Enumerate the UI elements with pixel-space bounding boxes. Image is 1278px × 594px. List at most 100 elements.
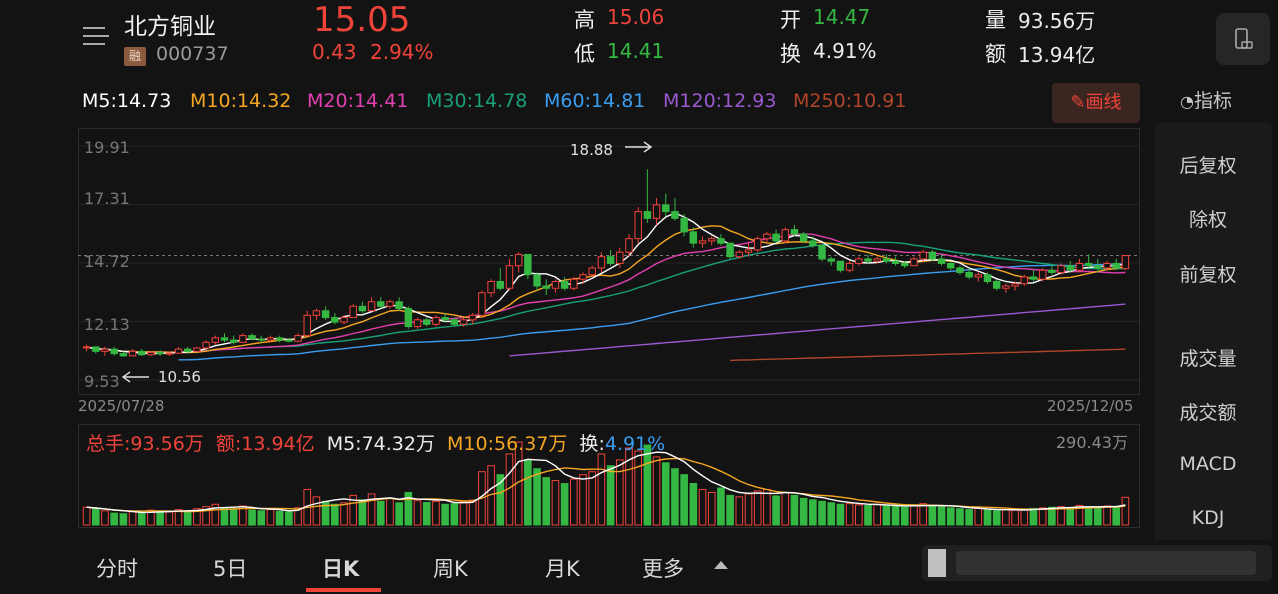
volume-bar (864, 504, 872, 526)
adjust-forward-option[interactable]: 前复权 (1154, 260, 1262, 287)
candle-body (432, 317, 440, 325)
volume-bar (588, 471, 597, 526)
candle-body (560, 280, 569, 289)
turnover-value: 4.91% (813, 39, 877, 63)
volume-bar (432, 500, 440, 526)
candle-body (1038, 269, 1047, 280)
volume-bar (459, 501, 468, 526)
candle-body (698, 240, 707, 244)
volume-bar (1020, 508, 1029, 526)
indicator-button[interactable]: ◔指标 (1180, 86, 1232, 113)
menu-icon[interactable] (82, 24, 110, 48)
volume-bar (165, 511, 174, 526)
volume-bar (386, 497, 394, 526)
vol-ma5-line (86, 451, 1126, 514)
candle-body (1066, 265, 1074, 271)
volume-bar (156, 510, 164, 526)
volume-bar (220, 507, 229, 526)
volume-bar (570, 478, 578, 526)
candle-body (1084, 262, 1093, 267)
tab-monthly-k[interactable]: 月K (545, 553, 580, 583)
volume-bar (772, 495, 780, 526)
volume-bar (330, 503, 339, 526)
amount-indicator-option[interactable]: 成交额 (1154, 398, 1262, 425)
volume-legend: 总手:93.56万 额:13.94亿 M5:74.32万 M10:56.37万 … (86, 429, 665, 456)
landscape-toggle-button[interactable] (1216, 13, 1270, 65)
vol-turnover-prefix: 换: (579, 433, 605, 455)
candle-body (331, 317, 339, 323)
volume-bar (275, 510, 284, 526)
candle-body (119, 353, 128, 357)
candle-body (827, 258, 835, 262)
candle-body (303, 314, 311, 337)
volume-bar (413, 500, 422, 526)
candle-body (579, 274, 587, 280)
volume-bar (946, 507, 955, 526)
volume-bar (790, 494, 799, 526)
volume-bar (248, 509, 256, 526)
ma60-legend: M60:14.81 (544, 90, 646, 112)
volume-bar (726, 494, 734, 526)
tab-more[interactable]: 更多 (642, 553, 684, 583)
candle-body (809, 240, 817, 246)
volume-bar (606, 465, 615, 526)
volume-bar (340, 502, 348, 526)
candle-body (441, 317, 449, 321)
candle-body (468, 314, 477, 321)
candle-body (1057, 265, 1065, 273)
vol-m10-label: M10:56.37万 (447, 433, 568, 455)
ma-line-m60 (178, 263, 1126, 361)
y-tick-label: 19.91 (84, 138, 130, 157)
candle-body (956, 267, 964, 273)
y-tick-label: 14.72 (84, 252, 130, 271)
kline-chart[interactable] (78, 128, 1140, 420)
candle-body (147, 351, 155, 356)
caret-up-icon[interactable] (714, 561, 728, 569)
candle-body (643, 211, 652, 219)
macd-indicator-option[interactable]: MACD (1154, 453, 1262, 475)
volume-bar (992, 510, 1001, 526)
candle-body (689, 231, 698, 244)
tab-5day[interactable]: 5日 (213, 553, 247, 583)
volume-bar (91, 508, 100, 526)
candle-body (992, 280, 1001, 289)
candle-body (588, 267, 596, 276)
candle-body (965, 271, 973, 278)
candle-body (1112, 262, 1120, 269)
open-label: 开 (780, 8, 801, 32)
volume-bar (809, 499, 817, 526)
tab-weekly-k[interactable]: 周K (433, 553, 468, 583)
candle-body (1121, 255, 1130, 270)
volume-indicator-option[interactable]: 成交量 (1154, 344, 1262, 371)
candle-body (790, 229, 799, 235)
volume-bar (395, 502, 403, 526)
kdj-indicator-option[interactable]: KDJ (1154, 507, 1262, 529)
start-date-label: 2025/07/28 (78, 397, 165, 415)
candle-body (781, 229, 789, 242)
volume-bar (753, 490, 762, 526)
stock-name: 北方铜业 (124, 14, 216, 40)
volume-bar (101, 510, 109, 526)
volume-bar (882, 505, 891, 526)
candle-body (910, 258, 918, 267)
volume-bar (110, 512, 118, 526)
price-change-pct: 2.94% (370, 40, 434, 64)
candle-body (708, 238, 716, 242)
active-tab-indicator (306, 588, 381, 592)
adjust-backward-option[interactable]: 后复权 (1154, 151, 1262, 178)
volume-bar (854, 504, 863, 526)
candle-body (680, 217, 688, 233)
draw-line-button[interactable]: ✎画线 (1052, 83, 1140, 123)
volume-bar (128, 511, 137, 526)
volume-bar (910, 504, 918, 526)
tab-intraday[interactable]: 分时 (96, 553, 138, 583)
volume-bar (579, 474, 587, 526)
volume-bar (689, 483, 698, 526)
volume-bar (661, 462, 670, 526)
volume-bar (615, 459, 624, 526)
ex-rights-option[interactable]: 除权 (1154, 205, 1262, 232)
candle-body (1103, 262, 1111, 269)
tab-daily-k[interactable]: 日K (322, 553, 359, 583)
low-value: 14.41 (607, 39, 665, 63)
volume-bar (551, 480, 560, 526)
